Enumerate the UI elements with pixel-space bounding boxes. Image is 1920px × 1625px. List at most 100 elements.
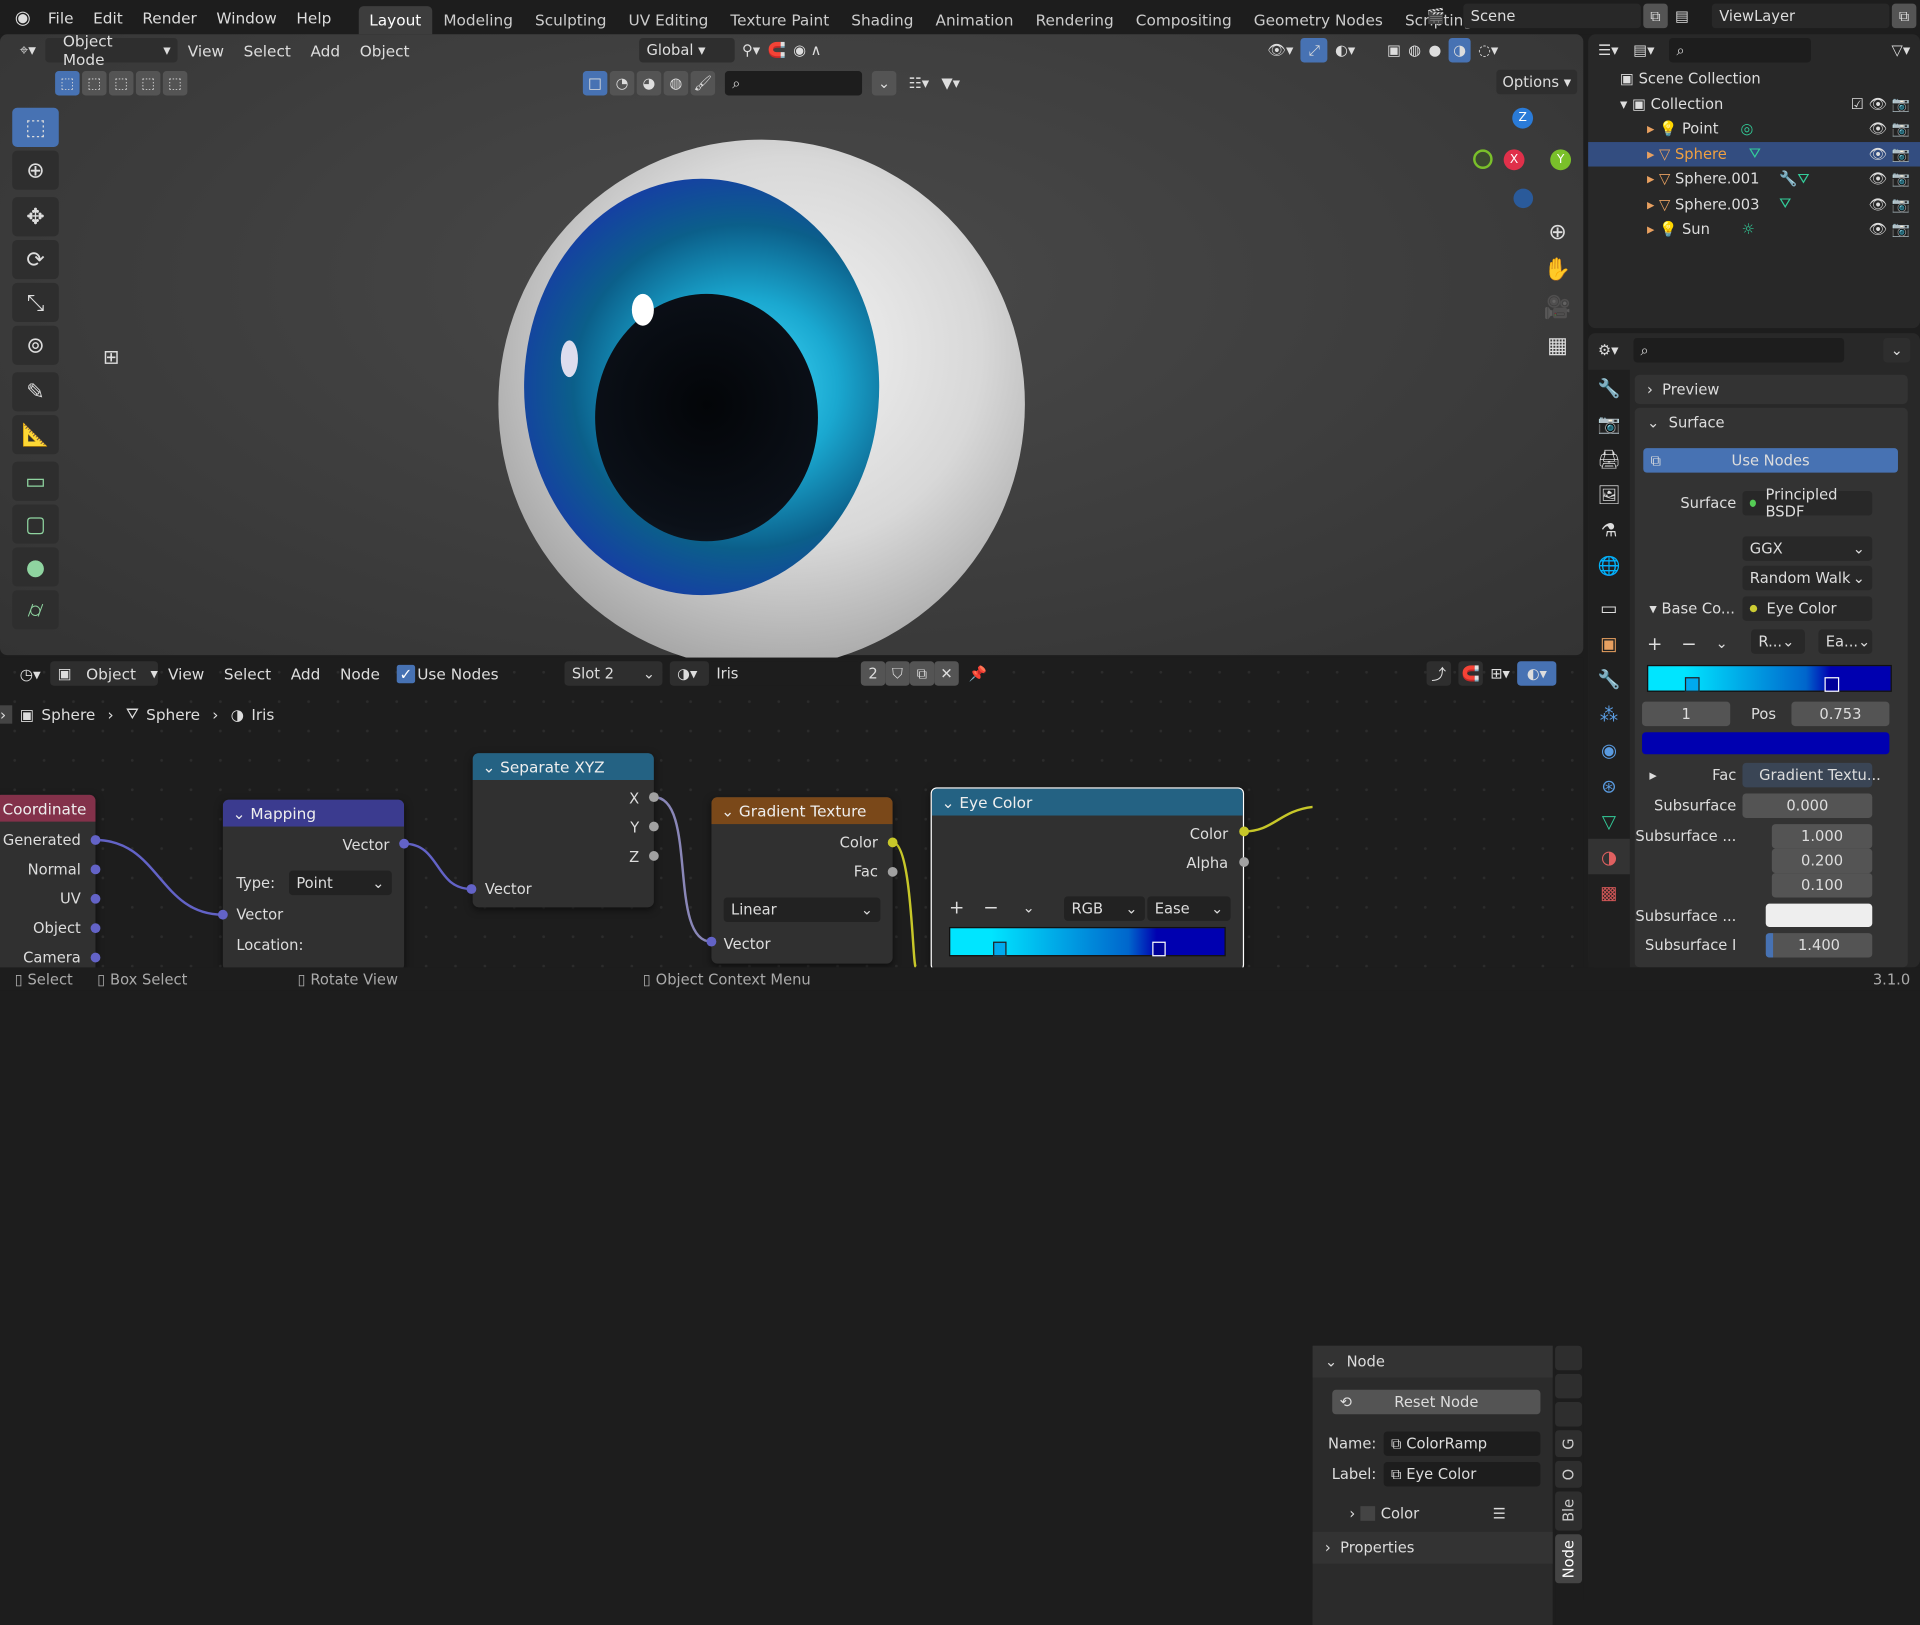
presets-list-icon[interactable]: ☰ [1493,1505,1506,1522]
options-button[interactable]: Options ▾ [1496,69,1578,95]
ramp-interp-dropdown[interactable]: Ea... ⌄ [1818,629,1873,654]
tab-layout[interactable]: Layout [358,6,433,35]
menu-edit[interactable]: Edit [83,8,132,26]
transform-tool[interactable]: ⊚ [12,325,59,365]
gradient-type-dropdown[interactable]: Linear ⌄ [723,897,881,923]
gizmo-y[interactable]: Y [1550,149,1572,171]
outliner-item-sphere-001[interactable]: ▸ ▽ Sphere.001 🔧 ⛛ 👁 📷 [1588,167,1920,192]
node-socket[interactable] [1239,826,1249,837]
menu-help[interactable]: Help [287,8,341,26]
tab-group[interactable]: G [1555,1430,1583,1458]
outliner-search-input[interactable]: ⌕ [1669,37,1812,63]
stop-color-swatch[interactable] [1642,732,1890,755]
mapping-type-dropdown[interactable]: Point ⌄ [288,870,392,896]
collapse-icon[interactable]: ⌄ [233,804,251,822]
rotate-tool[interactable]: ⟳ [12,240,59,280]
perspective-grid-icon[interactable]: ▦ [1540,327,1574,365]
node-socket[interactable] [90,835,101,845]
collection-row[interactable]: ▾ ▣ Collection ☑ 👁 📷 [1588,91,1920,116]
gizmo-x[interactable]: X [1503,149,1525,171]
tab-blender[interactable]: Ble [1555,1491,1583,1531]
subsurface-field[interactable]: 0.000 [1742,793,1873,818]
add-plane-tool[interactable]: ▭ [12,461,59,501]
menu-view[interactable]: View [178,41,234,59]
color-ramp-widget[interactable] [1646,664,1892,692]
measure-tool[interactable]: 📐 [12,415,59,455]
node-socket[interactable] [1239,857,1249,867]
color-ramp-widget[interactable] [948,926,1226,957]
outliner-item-sphere-003[interactable]: ▸ ▽ Sphere.003 ⛛ 👁 📷 [1588,192,1920,217]
proportional-icon[interactable]: ◉ ∧ [793,42,821,59]
stop-pos-field[interactable]: 0.753 [1791,701,1890,727]
zoom-icon[interactable]: ⊕ [1540,213,1574,251]
snap-mode-icon[interactable]: ⊞▾ [1490,665,1510,682]
texture-tab-icon[interactable]: ▩ [1588,874,1630,910]
overlay-toggle[interactable]: ◐▾ [1517,661,1557,686]
collapse-icon[interactable]: ⌄ [721,801,739,819]
preview-panel-header[interactable]: › Preview [1634,374,1908,405]
node-separate-xyz[interactable]: ⌄ Separate XYZ X Y Z Vector [472,753,654,908]
particles-tab-icon[interactable]: ⁂ [1588,697,1630,733]
ramp-remove-button[interactable]: − [983,896,998,918]
filter-icon[interactable]: ▼▾ [941,75,960,92]
gizmo-neg-y[interactable] [1473,149,1493,169]
active-stop-index[interactable]: 1 [1642,701,1731,727]
move-tool[interactable]: ✥ [12,197,59,237]
tab-texture-paint[interactable]: Texture Paint [719,6,840,34]
xray-icon[interactable]: ▣ [1387,42,1401,59]
editor-type-icon[interactable]: ☰▾ [1598,42,1619,59]
tool-tab-icon[interactable]: 🔧 [1588,370,1630,406]
menu-select[interactable]: Select [234,41,301,59]
list-icon[interactable]: ☷▾ [909,75,930,92]
3d-viewport[interactable]: ⌖▾ Object Mode ▾ View Select Add Object … [0,32,1584,669]
subsurface-color-swatch[interactable] [1765,903,1873,927]
select-box-tool[interactable]: ⬚ [12,107,59,147]
base-color-expand[interactable]: ▾ Base Co... [1649,600,1735,617]
select-extend-icon[interactable]: ⬚ [82,71,107,96]
visibility-render-icons[interactable]: 👁 📷 [1869,145,1911,162]
gizmo-toggle[interactable]: ⤢ [1300,37,1328,63]
tab-uv-editing[interactable]: UV Editing [618,6,720,34]
select-face-icon[interactable]: ◍ [663,71,689,96]
select-vertex-icon[interactable]: ◔ [609,71,635,96]
node-socket[interactable] [90,923,101,934]
node-socket[interactable] [887,837,898,848]
tab-animation[interactable]: Animation [924,6,1024,34]
node-name-field[interactable]: ⧉ ColorRamp [1383,1431,1541,1456]
tab-geometry-nodes[interactable]: Geometry Nodes [1243,6,1394,34]
select-subtract-icon[interactable]: ⬚ [108,71,134,96]
tab-node[interactable]: Node [1555,1534,1583,1584]
menu-add[interactable]: Add [301,41,350,59]
scale-tool[interactable]: ⤡ [12,282,59,323]
surface-shader-field[interactable]: Principled BSDF [1742,486,1873,520]
shading-solid-icon[interactable]: ● [1428,42,1441,59]
surface-panel-header[interactable]: ⌄ Surface [1635,408,1908,437]
select-edge-icon[interactable]: ◕ [636,71,662,96]
subsurface-method-dropdown[interactable]: Random Walk ⌄ [1742,565,1873,591]
overlay-icon[interactable]: ◐▾ [1335,42,1355,59]
ramp-menu-icon[interactable]: ⌄ [1022,899,1034,916]
subsurface-radius-x[interactable]: 1.000 [1771,824,1873,849]
node-socket[interactable] [90,952,101,963]
display-mode-icon[interactable]: ▤▾ [1633,42,1654,59]
scene-field[interactable]: Scene [1463,3,1641,29]
node-socket[interactable] [466,884,477,894]
node-eye-color-ramp[interactable]: ⌄ Eye Color Color Alpha + − ⌄ RGB ⌄ Ease ⌄ [930,787,1245,972]
subsurface-radius-y[interactable]: 0.200 [1771,848,1873,874]
add-cylinder-tool[interactable]: ⌭ [12,590,59,630]
tab-rendering[interactable]: Rendering [1025,6,1125,34]
shading-rendered-icon[interactable]: ◌▾ [1478,42,1498,59]
outliner-item-point[interactable]: ▸ 💡 Point ◎ 👁 📷 [1588,116,1920,141]
color-checkbox[interactable] [1359,1506,1375,1521]
subsurface-ior-slider[interactable]: 1.400 [1765,933,1873,958]
viewport-search-input[interactable]: ⌕ [724,71,863,96]
ramp-color-mode-dropdown[interactable]: R... ⌄ [1751,629,1805,654]
properties-search-input[interactable]: ⌕ [1633,337,1844,363]
tab-sculpting[interactable]: Sculpting [524,6,618,34]
new-scene-button[interactable]: ⧉ [1643,3,1668,29]
toggle-sidebar-icon[interactable]: ⊞ [103,345,119,368]
node-socket[interactable] [90,864,101,875]
scene-collection-row[interactable]: ▣ Scene Collection [1588,66,1920,91]
ramp-menu-icon[interactable]: ⌄ [1716,634,1728,651]
tab-modeling[interactable]: Modeling [432,6,524,34]
